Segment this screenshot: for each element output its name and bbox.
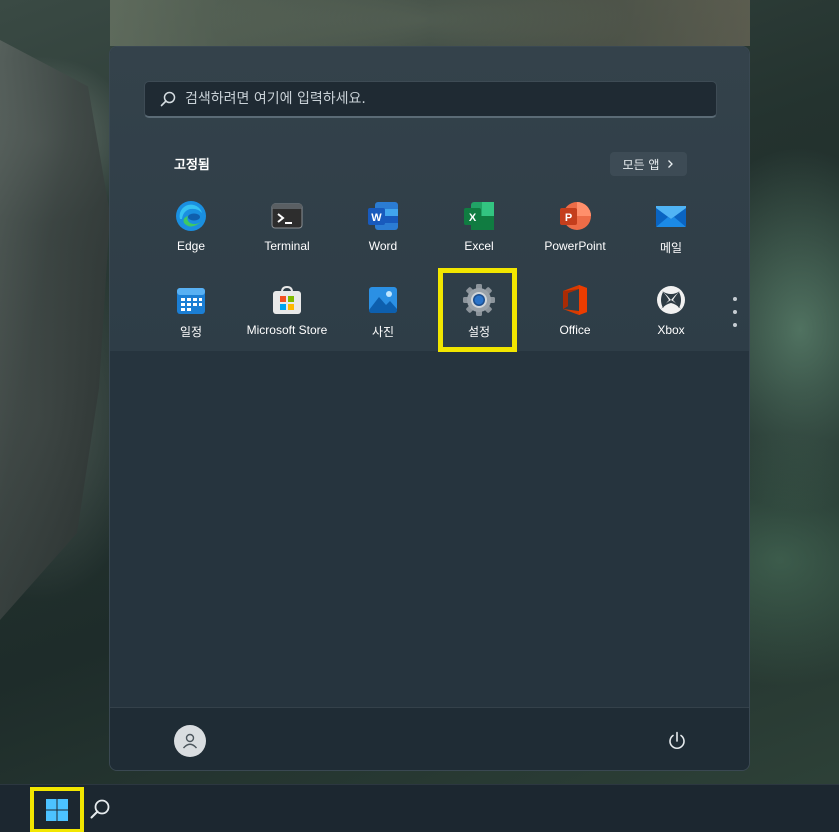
pinned-app-photos[interactable]: 사진 <box>335 281 431 353</box>
page-dot <box>733 297 737 301</box>
pinned-app-label: Excel <box>464 239 494 253</box>
start-menu-footer <box>110 707 749 770</box>
pinned-app-label: PowerPoint <box>544 239 606 253</box>
pinned-app-label: 사진 <box>371 325 395 339</box>
search-icon <box>160 91 176 107</box>
wallpaper-spaceship-top <box>110 0 750 46</box>
page-dot <box>733 310 737 314</box>
pinned-app-label: Terminal <box>264 239 310 253</box>
office-icon <box>563 285 587 315</box>
pinned-page-indicator[interactable] <box>732 297 738 331</box>
pinned-app-label: 메일 <box>659 241 683 255</box>
all-apps-label: 모든 앱 <box>622 157 660 172</box>
mail-icon <box>656 206 686 227</box>
user-avatar-icon <box>182 733 198 749</box>
pinned-section-title: 고정됨 <box>174 158 210 173</box>
settings-highlight-box <box>438 268 517 352</box>
windows-logo-icon <box>46 799 68 821</box>
pinned-app-word[interactable]: W Word <box>335 197 431 269</box>
pinned-app-label: Xbox <box>657 323 685 337</box>
search-icon[interactable] <box>88 797 112 821</box>
all-apps-button[interactable]: 모든 앱 <box>610 152 687 176</box>
power-icon[interactable] <box>666 730 688 752</box>
pinned-app-mail[interactable]: 메일 <box>623 197 719 269</box>
pinned-app-label: Microsoft Store <box>246 323 328 337</box>
svg-text:X: X <box>469 212 477 224</box>
pinned-app-edge[interactable]: Edge <box>143 197 239 269</box>
taskbar <box>0 784 839 832</box>
svg-text:W: W <box>371 212 382 224</box>
powerpoint-icon: P <box>560 202 591 230</box>
pinned-app-terminal[interactable]: Terminal <box>239 197 335 269</box>
terminal-icon <box>271 203 303 229</box>
photos-icon <box>369 287 397 313</box>
user-account-button[interactable] <box>174 725 206 757</box>
excel-icon: X <box>464 202 494 230</box>
search-input[interactable] <box>185 91 685 107</box>
pinned-app-label: Office <box>559 323 591 337</box>
page-dot <box>733 323 737 327</box>
edge-icon <box>176 201 206 231</box>
xbox-icon <box>657 286 685 314</box>
pinned-app-xbox[interactable]: Xbox <box>623 281 719 353</box>
start-button[interactable] <box>30 787 84 832</box>
start-search-box[interactable] <box>144 81 717 118</box>
start-menu: 고정됨 모든 앱 Edge Terminal W <box>109 46 750 771</box>
pinned-app-label: 일정 <box>179 325 203 339</box>
svg-text:P: P <box>565 212 572 224</box>
pinned-app-label: Edge <box>176 239 206 253</box>
pinned-app-label: Word <box>368 239 398 253</box>
pinned-app-microsoft-store[interactable]: Microsoft Store <box>239 281 335 353</box>
pinned-app-office[interactable]: Office <box>527 281 623 353</box>
store-icon <box>273 285 301 314</box>
calendar-icon <box>177 288 205 314</box>
pinned-app-calendar[interactable]: 일정 <box>143 281 239 353</box>
pinned-app-excel[interactable]: X Excel <box>431 197 527 269</box>
word-icon: W <box>368 202 398 230</box>
pinned-app-powerpoint[interactable]: P PowerPoint <box>527 197 623 269</box>
chevron-right-icon <box>668 160 674 168</box>
